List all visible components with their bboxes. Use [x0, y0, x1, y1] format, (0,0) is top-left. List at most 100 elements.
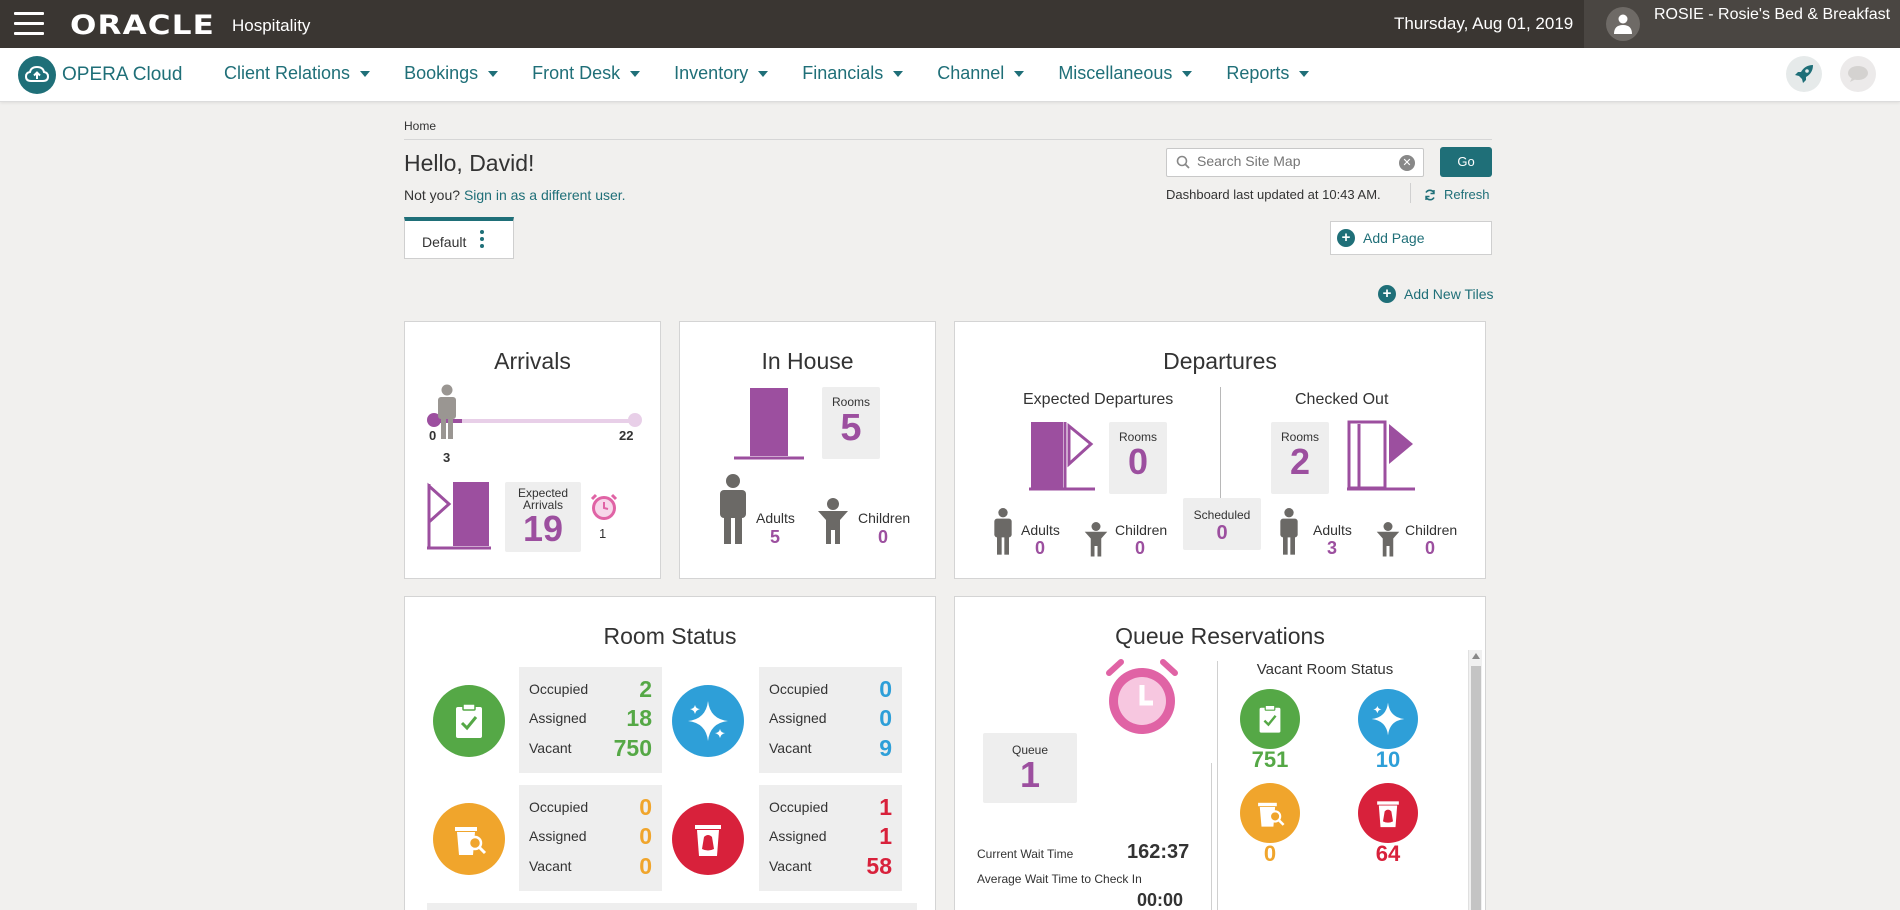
- pickup-assigned-value: 0: [639, 823, 652, 849]
- occupied-label: Occupied: [529, 681, 589, 697]
- adult-icon: [993, 508, 1013, 561]
- refresh-label: Refresh: [1444, 187, 1490, 202]
- nav-front-desk[interactable]: Front Desk: [532, 63, 641, 84]
- nav-reports[interactable]: Reports: [1226, 63, 1310, 84]
- caret-down-icon: [1014, 70, 1025, 77]
- nav-client-relations[interactable]: Client Relations: [224, 63, 371, 84]
- departures-tile[interactable]: Departures Expected Departures Checked O…: [954, 321, 1486, 579]
- trash-search-icon: [1240, 783, 1300, 843]
- kebab-menu-icon[interactable]: [480, 230, 484, 251]
- expected-adults-value: 0: [1035, 538, 1046, 558]
- inspected-status-box: Occupied Assigned Vacant 0 0 9: [759, 667, 902, 773]
- divider: [1211, 763, 1212, 910]
- pickup-status-box: Occupied Assigned Vacant 0 0 0: [519, 785, 662, 891]
- sparkle-icon: [672, 685, 744, 757]
- business-date: Thursday, Aug 01, 2019: [1394, 14, 1574, 33]
- add-page-button[interactable]: + Add Page: [1330, 221, 1492, 255]
- chat-icon[interactable]: [1840, 56, 1876, 92]
- occupied-label: Occupied: [529, 799, 589, 815]
- vacant-inspected-value: 10: [1375, 747, 1401, 772]
- nav-label: Miscellaneous: [1058, 63, 1173, 83]
- opera-cloud-icon[interactable]: [18, 56, 56, 94]
- clear-icon[interactable]: ✕: [1399, 155, 1415, 171]
- children-label: Children: [1115, 522, 1168, 538]
- product-name: Hospitality: [232, 16, 311, 35]
- in-house-tile[interactable]: In House Rooms 5 Adults 5 Children 0: [679, 321, 936, 579]
- caret-down-icon: [488, 70, 499, 77]
- vacant-label: Vacant: [529, 740, 572, 756]
- arrivals-tile[interactable]: Arrivals 0 22 3 Expected Arrivals 19 1: [404, 321, 661, 579]
- inspected-assigned-value: 0: [879, 705, 892, 731]
- tile-title: Room Status: [603, 623, 737, 649]
- nav-label: Front Desk: [532, 63, 621, 83]
- expected-arrivals-box: Expected Arrivals 19: [505, 482, 581, 552]
- alarm-count: 1: [599, 526, 607, 541]
- not-you-label: Not you?: [404, 187, 461, 203]
- child-icon: [1083, 522, 1109, 563]
- checked-rooms-value: 2: [1289, 441, 1311, 482]
- checked-adults-value: 3: [1327, 538, 1338, 558]
- sparkle-icon: [1358, 689, 1418, 749]
- adults-label: Adults: [1313, 522, 1352, 538]
- queue-reservations-tile[interactable]: Queue Reservations Queue 1 Current Wait …: [954, 596, 1486, 910]
- clean-assigned-value: 18: [626, 705, 652, 731]
- clipboard-check-icon: [1240, 689, 1300, 749]
- trash-search-icon: [433, 803, 505, 875]
- nav-channel[interactable]: Channel: [937, 63, 1025, 84]
- alarm-clock-icon: [589, 492, 619, 527]
- expected-departures-title: Expected Departures: [1023, 391, 1174, 408]
- scheduled-box: Scheduled 0: [1183, 498, 1261, 550]
- children-label: Children: [1405, 522, 1458, 538]
- nav-label: Reports: [1226, 63, 1290, 83]
- oracle-logo: ORACLE: [70, 10, 216, 41]
- checked-out-title: Checked Out: [1295, 391, 1389, 408]
- tile-title: In House: [761, 348, 854, 374]
- scroll-up-icon[interactable]: [1472, 653, 1480, 659]
- nav-label: Inventory: [674, 63, 749, 83]
- nav-miscellaneous[interactable]: Miscellaneous: [1058, 63, 1193, 84]
- vacant-label: Vacant: [769, 858, 812, 874]
- add-new-tiles-link[interactable]: + Add New Tiles: [1378, 285, 1493, 303]
- search-input[interactable]: [1197, 153, 1387, 169]
- sign-in-different-user-link[interactable]: Sign in as a different user.: [464, 187, 626, 203]
- vacant-dirty-value: 64: [1375, 841, 1401, 866]
- current-arrivals: 3: [443, 450, 451, 465]
- rocket-icon[interactable]: [1786, 56, 1822, 92]
- assigned-label: Assigned: [769, 828, 827, 844]
- scrollbar-thumb[interactable]: [1471, 666, 1481, 910]
- checked-rooms-box: Rooms 2: [1271, 422, 1329, 494]
- main-nav: OPERA Cloud Client Relations Bookings Fr…: [0, 48, 1900, 102]
- nav-financials[interactable]: Financials: [802, 63, 904, 84]
- average-wait-value: 00:00: [1137, 890, 1184, 910]
- nav-label: Client Relations: [224, 63, 351, 83]
- search-icon: [1176, 155, 1190, 174]
- dirty-vacant-value: 58: [866, 853, 892, 879]
- door-enter-icon: [427, 482, 491, 555]
- divider: [427, 903, 917, 910]
- caret-down-icon: [758, 70, 769, 77]
- app-title[interactable]: OPERA Cloud: [62, 64, 182, 86]
- tab-default[interactable]: Default: [404, 217, 514, 259]
- vacant-label: Vacant: [529, 858, 572, 874]
- refresh-button[interactable]: Refresh: [1424, 187, 1490, 202]
- refresh-icon: [1424, 189, 1436, 201]
- queue-value: 1: [1019, 754, 1041, 795]
- tile-scrollbar[interactable]: [1468, 650, 1482, 910]
- clean-vacant-value: 750: [613, 735, 652, 761]
- user-property-menu[interactable]: ROSIE - Rosie's Bed & Breakfast: [1584, 0, 1900, 48]
- tile-title: Arrivals: [494, 348, 571, 374]
- scheduled-value: 0: [1216, 522, 1228, 544]
- vacant-room-status-title: Vacant Room Status: [1256, 661, 1394, 678]
- add-tiles-label: Add New Tiles: [1404, 286, 1494, 302]
- breadcrumb[interactable]: Home: [404, 119, 436, 133]
- go-button[interactable]: Go: [1440, 147, 1492, 177]
- average-wait-label: Average Wait Time to Check In: [977, 872, 1142, 886]
- nav-inventory[interactable]: Inventory: [674, 63, 769, 84]
- dirty-occupied-value: 1: [879, 794, 892, 820]
- child-icon: [816, 498, 850, 551]
- room-status-tile[interactable]: Room Status Occupied Assigned Vacant 2 1…: [404, 596, 936, 910]
- nav-bookings[interactable]: Bookings: [404, 63, 499, 84]
- hamburger-menu-icon[interactable]: [14, 12, 44, 36]
- door-exit-icon: [1029, 420, 1095, 497]
- dashboard-updated-text: Dashboard last updated at 10:43 AM.: [1166, 187, 1381, 202]
